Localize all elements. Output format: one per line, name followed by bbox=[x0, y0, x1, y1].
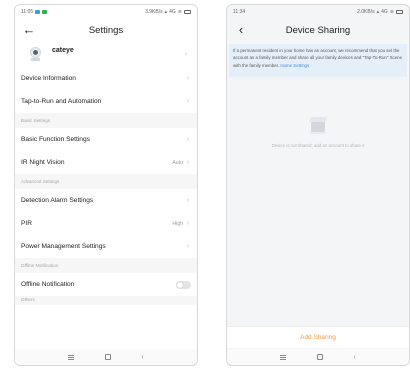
device-row[interactable]: cateye › bbox=[15, 41, 197, 67]
system-back-icon[interactable]: ‹ bbox=[353, 354, 355, 361]
system-nav-bar: ‹ bbox=[227, 349, 409, 365]
wifi-icon: ≋ bbox=[177, 9, 182, 15]
recent-apps-icon[interactable] bbox=[280, 354, 287, 360]
row-value: High bbox=[172, 220, 183, 227]
add-sharing-button[interactable]: Add Sharing bbox=[227, 326, 409, 348]
chevron-right-icon: › bbox=[186, 220, 190, 227]
chevron-right-icon: › bbox=[186, 75, 190, 82]
settings-screen: 11:05 3.9KB/s ▴ 4G ≋ ← Settings cateye ›… bbox=[14, 4, 198, 366]
row-label: Tap-to-Run and Automation bbox=[21, 98, 102, 105]
section-header-advanced: Advanced Settings bbox=[15, 174, 197, 189]
row-pir[interactable]: PIR High › bbox=[15, 212, 197, 235]
section-header-basic: Basic Settings bbox=[15, 113, 197, 128]
section-header-others: Others bbox=[15, 296, 197, 305]
section-header-offline: Offline Notification bbox=[15, 258, 197, 273]
row-tap-to-run[interactable]: Tap-to-Run and Automation › bbox=[15, 90, 197, 113]
row-value: Auto bbox=[172, 159, 183, 166]
row-ir-night-vision[interactable]: IR Night Vision Auto › bbox=[15, 151, 197, 174]
row-label: Detection Alarm Settings bbox=[21, 197, 94, 204]
notification-icon bbox=[35, 10, 41, 14]
signal-icon: ▴ bbox=[164, 9, 168, 15]
row-label: Offline Notification bbox=[21, 281, 75, 288]
empty-state: Device is not shared, add an account to … bbox=[227, 117, 409, 148]
page-title: Device Sharing bbox=[285, 24, 351, 36]
row-offline-notification: Offline Notification bbox=[15, 273, 197, 296]
row-label: Power Management Settings bbox=[21, 243, 106, 250]
device-sharing-screen: 11:34 2.0KB/s ▴ 4G ≋ ‹ Device Sharing If… bbox=[226, 4, 410, 366]
status-time: 11:05 bbox=[21, 9, 34, 15]
row-label: Device Information bbox=[21, 75, 76, 82]
info-banner: If a permanent resident in your home has… bbox=[229, 44, 407, 77]
wifi-icon: ≋ bbox=[389, 9, 394, 15]
recent-apps-icon[interactable] bbox=[68, 354, 75, 360]
device-name: cateye bbox=[52, 46, 74, 54]
info-text: If a permanent resident in your home has… bbox=[233, 48, 403, 68]
signal-label: 4G bbox=[381, 9, 388, 15]
status-bar: 11:34 2.0KB/s ▴ 4G ≋ bbox=[227, 5, 409, 19]
offline-notification-toggle[interactable] bbox=[176, 280, 191, 289]
row-label: Basic Function Settings bbox=[21, 136, 90, 143]
network-speed: 3.9KB/s bbox=[145, 9, 163, 15]
home-icon[interactable] bbox=[104, 354, 111, 360]
empty-state-text: Device is not shared, add an account to … bbox=[271, 143, 365, 148]
signal-icon: ▴ bbox=[376, 9, 380, 15]
row-device-information[interactable]: Device Information › bbox=[15, 67, 197, 90]
signal-label: 4G bbox=[169, 9, 176, 15]
chevron-right-icon: › bbox=[186, 136, 190, 143]
row-basic-function-settings[interactable]: Basic Function Settings › bbox=[15, 128, 197, 151]
row-power-management-settings[interactable]: Power Management Settings › bbox=[15, 235, 197, 258]
system-nav-bar: ‹ bbox=[15, 349, 197, 365]
notification-icon bbox=[42, 10, 48, 14]
row-label: PIR bbox=[21, 220, 32, 227]
nav-bar: ‹ Device Sharing bbox=[227, 19, 409, 41]
empty-box-icon bbox=[309, 117, 327, 134]
nav-bar: ← Settings bbox=[15, 19, 197, 41]
camera-icon bbox=[29, 47, 42, 61]
chevron-right-icon: › bbox=[184, 50, 188, 58]
network-speed: 2.0KB/s bbox=[357, 9, 375, 15]
system-back-icon[interactable]: ‹ bbox=[141, 354, 143, 361]
chevron-right-icon: › bbox=[186, 159, 190, 166]
battery-icon bbox=[184, 10, 191, 14]
chevron-right-icon: › bbox=[186, 98, 190, 105]
row-detection-alarm-settings[interactable]: Detection Alarm Settings › bbox=[15, 189, 197, 212]
page-title: Settings bbox=[88, 24, 124, 36]
back-arrow-icon[interactable]: ← bbox=[21, 21, 37, 39]
home-settings-link[interactable]: Home Settings bbox=[280, 63, 309, 68]
chevron-right-icon: › bbox=[186, 197, 190, 204]
status-time: 11:34 bbox=[233, 9, 246, 15]
home-icon[interactable] bbox=[316, 354, 323, 360]
back-chevron-icon[interactable]: ‹ bbox=[233, 21, 249, 39]
battery-icon bbox=[396, 10, 403, 14]
chevron-right-icon: › bbox=[186, 243, 190, 250]
row-label: IR Night Vision bbox=[21, 159, 65, 166]
status-bar: 11:05 3.9KB/s ▴ 4G ≋ bbox=[15, 5, 197, 19]
